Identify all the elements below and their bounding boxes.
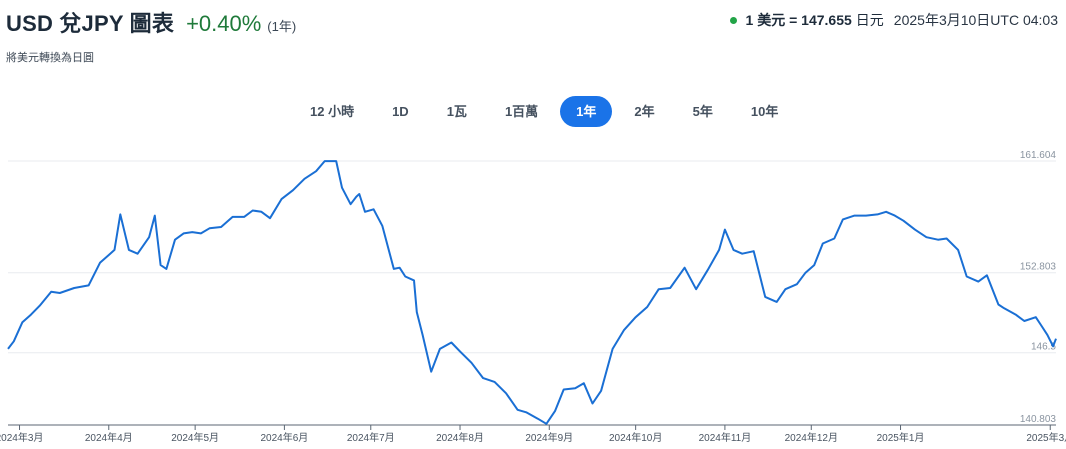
x-tick-label: 2024年9月 — [525, 431, 573, 444]
rate-unit: 日元 — [855, 12, 884, 28]
percent-change: +0.40% — [186, 11, 262, 36]
tab-1w[interactable]: 1瓦 — [431, 96, 483, 127]
x-tick-label: 2024年5月 — [171, 431, 219, 444]
line-chart[interactable]: 161.604152.803146.5140.8032024年3月 2024年4月… — [0, 140, 1066, 449]
series-line — [7, 160, 1057, 425]
x-tick-label: 2024年12月 — [785, 431, 838, 444]
x-tick-label: 2025年3月 — [1026, 431, 1066, 444]
tab-1d[interactable]: 1D — [376, 96, 425, 127]
chart-header: USD 兌JPY 圖表 +0.40% (1年) — [6, 6, 296, 36]
x-tick-label: 2024年4月 — [85, 431, 133, 444]
period-label: (1年) — [267, 19, 297, 34]
x-tick-label: 2025年1月 — [877, 431, 925, 444]
x-tick-label: 2024年11月 — [699, 431, 752, 444]
rate-value: 1 美元 = 147.655 — [745, 12, 852, 28]
tab-1m[interactable]: 1百萬 — [489, 96, 554, 127]
y-tick-label: 140.803 — [1020, 414, 1057, 425]
conversion-subtitle: 將美元轉換為日圓 — [6, 52, 94, 64]
tab-10y[interactable]: 10年 — [735, 96, 794, 127]
tab-5y[interactable]: 5年 — [677, 96, 729, 127]
tab-2y[interactable]: 2年 — [618, 96, 670, 127]
x-tick-label: 2024年8月 — [436, 431, 484, 444]
x-tick-label: 2024年6月 — [260, 431, 308, 444]
x-tick-label: 2024年7月 — [347, 431, 395, 444]
y-tick-label: 161.604 — [1020, 150, 1057, 161]
range-tabs: 12 小時 1D 1瓦 1百萬 1年 2年 5年 10年 — [294, 96, 800, 127]
tab-1y[interactable]: 1年 — [560, 96, 613, 127]
live-rate: 1 美元 = 147.655 日元 2025年3月10日UTC 04:03 — [729, 10, 1058, 30]
y-tick-label: 152.803 — [1020, 262, 1057, 273]
page-title: USD 兌JPY 圖表 — [6, 11, 175, 36]
rate-timestamp: 2025年3月10日UTC 04:03 — [893, 12, 1058, 28]
live-indicator-icon — [729, 16, 737, 24]
x-tick-label: 2024年3月 — [0, 431, 43, 444]
tab-12h[interactable]: 12 小時 — [294, 96, 370, 127]
x-tick-label: 2024年10月 — [609, 431, 662, 444]
